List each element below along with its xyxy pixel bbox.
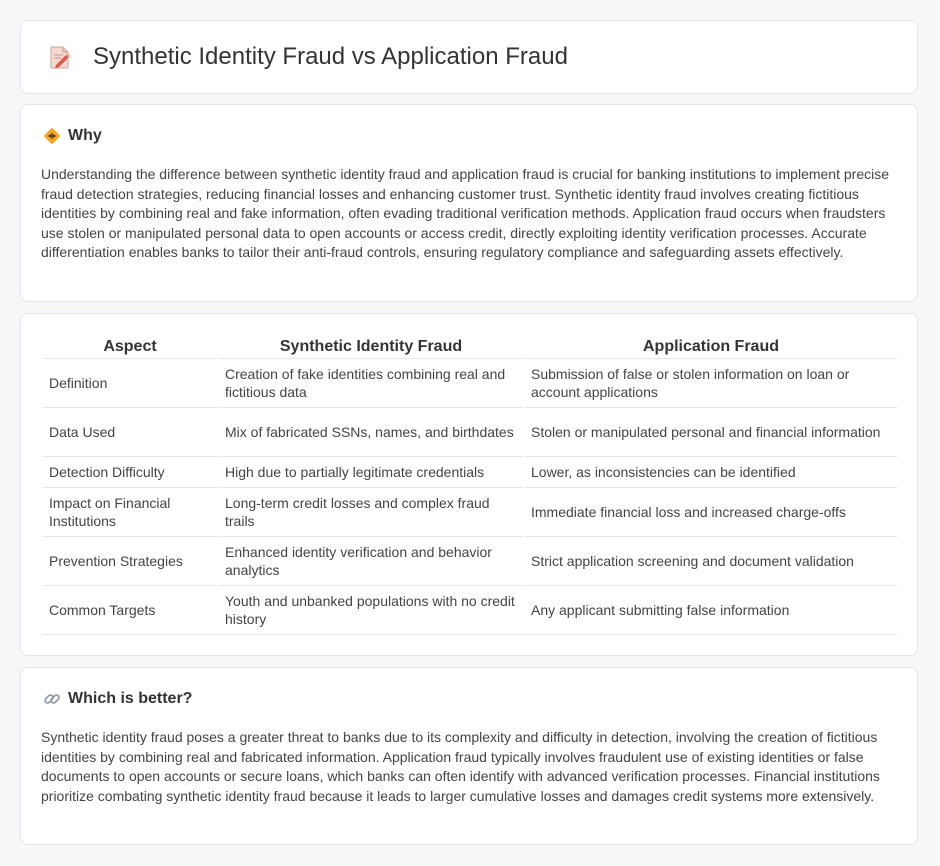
table-cell: Data Used bbox=[43, 408, 217, 457]
better-text: Synthetic identity fraud poses a greater… bbox=[41, 729, 880, 804]
table-cell: Enhanced identity verification and behav… bbox=[219, 537, 523, 586]
better-title: Which is better? bbox=[68, 690, 193, 707]
table-cell: Lower, as inconsistencies can be identif… bbox=[525, 457, 897, 488]
comparison-section: Aspect Synthetic Identity Fraud Applicat… bbox=[20, 313, 918, 656]
table-cell: Stolen or manipulated personal and finan… bbox=[525, 408, 897, 457]
table-header-row: Aspect Synthetic Identity Fraud Applicat… bbox=[43, 336, 897, 359]
header-application: Application Fraud bbox=[525, 336, 897, 359]
why-section: Why Understanding the difference between… bbox=[20, 104, 918, 302]
table-cell: Strict application screening and documen… bbox=[525, 537, 897, 586]
table-cell: Definition bbox=[43, 359, 217, 408]
table-cell: Submission of false or stolen informatio… bbox=[525, 359, 897, 408]
table-row: Definition Creation of fake identities c… bbox=[43, 359, 897, 408]
table-cell: Impact on Financial Institutions bbox=[43, 488, 217, 537]
table-cell: Prevention Strategies bbox=[43, 537, 217, 586]
comparison-table: Aspect Synthetic Identity Fraud Applicat… bbox=[41, 336, 899, 635]
warning-diamond-icon bbox=[44, 128, 60, 144]
table-cell: Any applicant submitting false informati… bbox=[525, 586, 897, 635]
table-cell: Youth and unbanked populations with no c… bbox=[219, 586, 523, 635]
better-heading: Which is better? bbox=[43, 690, 192, 708]
why-title: Why bbox=[68, 127, 102, 144]
table-cell: High due to partially legitimate credent… bbox=[219, 457, 523, 488]
header-synthetic: Synthetic Identity Fraud bbox=[219, 336, 523, 359]
which-is-better-section: Which is better? Synthetic identity frau… bbox=[20, 667, 918, 845]
table-cell: Long-term credit losses and complex frau… bbox=[219, 488, 523, 537]
table-cell: Detection Difficulty bbox=[43, 457, 217, 488]
table-row: Detection Difficulty High due to partial… bbox=[43, 457, 897, 488]
page-title: Synthetic Identity Fraud vs Application … bbox=[93, 43, 568, 70]
link-icon bbox=[44, 694, 60, 704]
title-row: Synthetic Identity Fraud vs Application … bbox=[47, 43, 568, 71]
header-aspect: Aspect bbox=[43, 336, 217, 359]
table-row: Common Targets Youth and unbanked popula… bbox=[43, 586, 897, 635]
table-cell: Mix of fabricated SSNs, names, and birth… bbox=[219, 408, 523, 457]
table-cell: Common Targets bbox=[43, 586, 217, 635]
why-heading: Why bbox=[43, 127, 102, 145]
table-row: Data Used Mix of fabricated SSNs, names,… bbox=[43, 408, 897, 457]
title-card: Synthetic Identity Fraud vs Application … bbox=[20, 20, 918, 94]
table-cell: Creation of fake identities combining re… bbox=[219, 359, 523, 408]
document-pencil-icon bbox=[50, 46, 70, 69]
table-cell: Immediate financial loss and increased c… bbox=[525, 488, 897, 537]
why-text: Understanding the difference between syn… bbox=[41, 166, 890, 260]
table-row: Prevention Strategies Enhanced identity … bbox=[43, 537, 897, 586]
table-row: Impact on Financial Institutions Long-te… bbox=[43, 488, 897, 537]
